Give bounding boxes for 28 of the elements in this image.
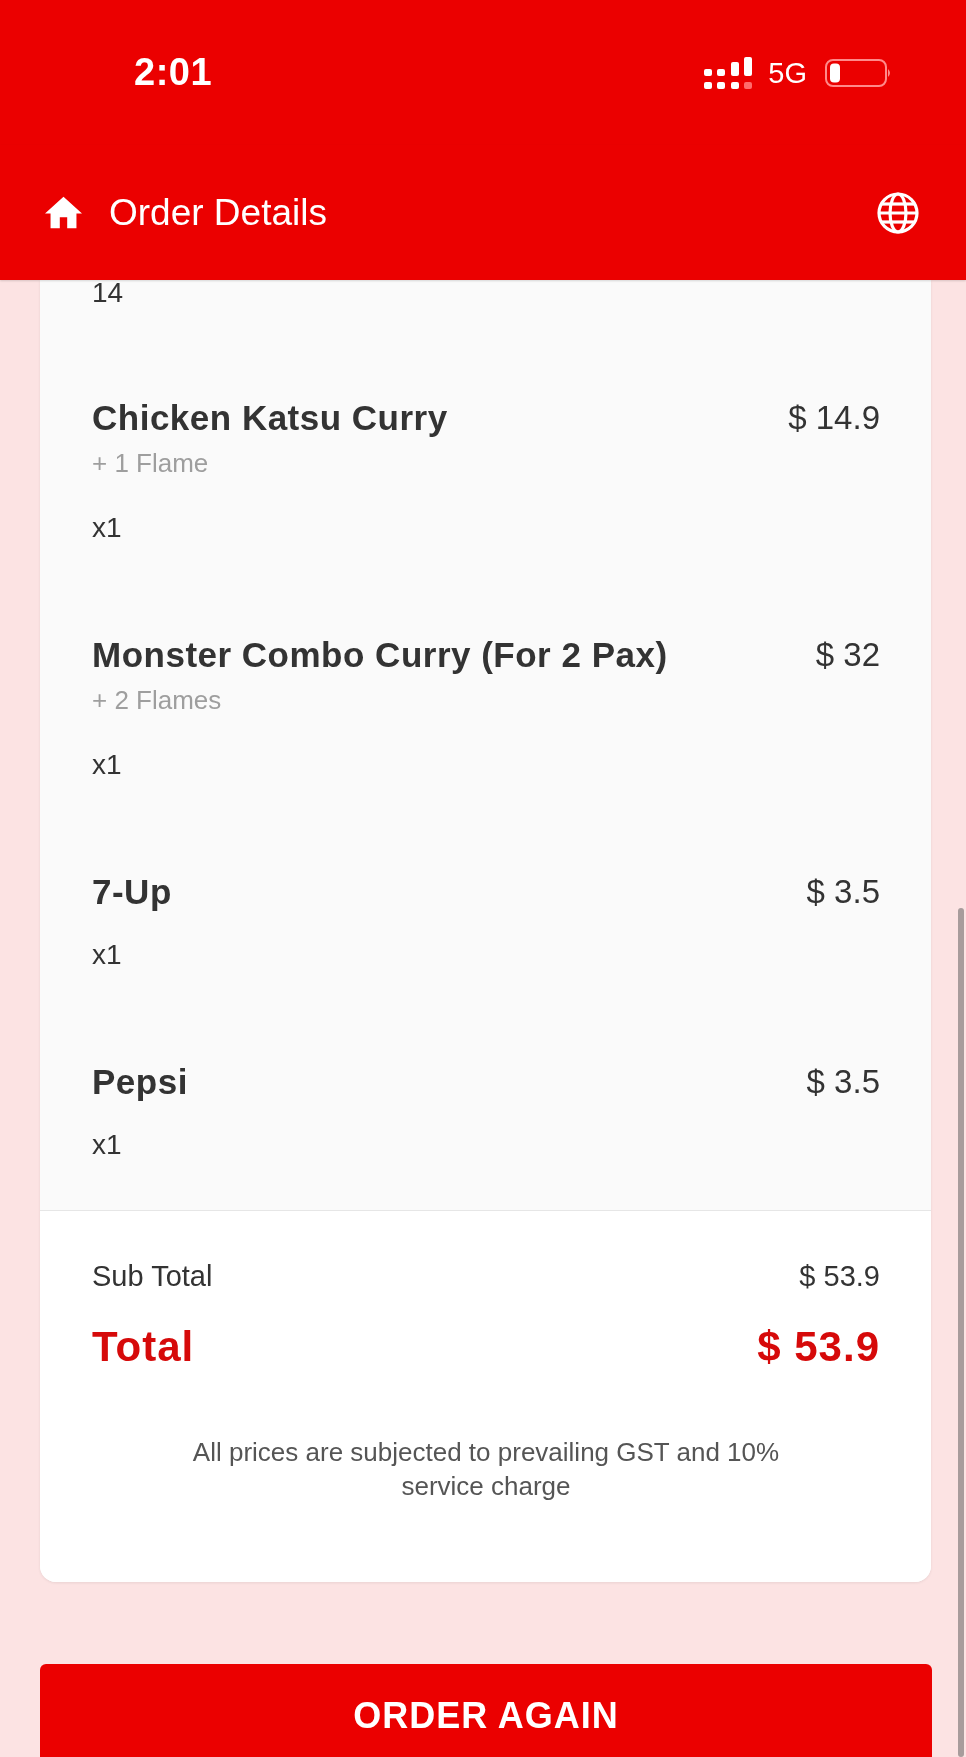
signal-icon [704,56,753,89]
home-icon[interactable] [45,194,82,231]
subtotal-label: Sub Total [92,1259,213,1294]
page-title: Order Details [109,191,327,234]
item-name: Monster Combo Curry (For 2 Pax) [92,634,668,676]
total-label: Total [92,1322,195,1372]
item-price: $ 3.5 [806,872,880,912]
tax-note: All prices are subjected to prevailing GST and 10% service charge [191,1436,781,1503]
subtotal-value: $ 53.9 [799,1259,880,1294]
item-quantity: x1 [92,511,122,545]
battery-icon [825,58,892,87]
globe-icon[interactable] [877,191,919,234]
item-name: 7-Up [92,871,172,913]
item-name: Chicken Katsu Curry [92,397,448,439]
item-quantity: x1 [92,748,122,782]
item-price: $ 14.9 [788,398,880,438]
status-time: 2:01 [134,51,213,94]
item-price: $ 3.5 [806,1062,880,1102]
order-again-button[interactable]: ORDER AGAIN [40,1664,932,1757]
network-label: 5G [768,56,807,89]
item-quantity: x1 [92,1128,122,1162]
item-option: + 1 Flame [92,440,209,487]
total-value: $ 53.9 [757,1322,880,1372]
partial-text: 14 [92,280,124,304]
item-price: $ 32 [815,635,880,675]
item-name: Pepsi [92,1061,188,1103]
item-option: + 2 Flames [92,677,222,724]
item-quantity: x1 [92,938,122,972]
